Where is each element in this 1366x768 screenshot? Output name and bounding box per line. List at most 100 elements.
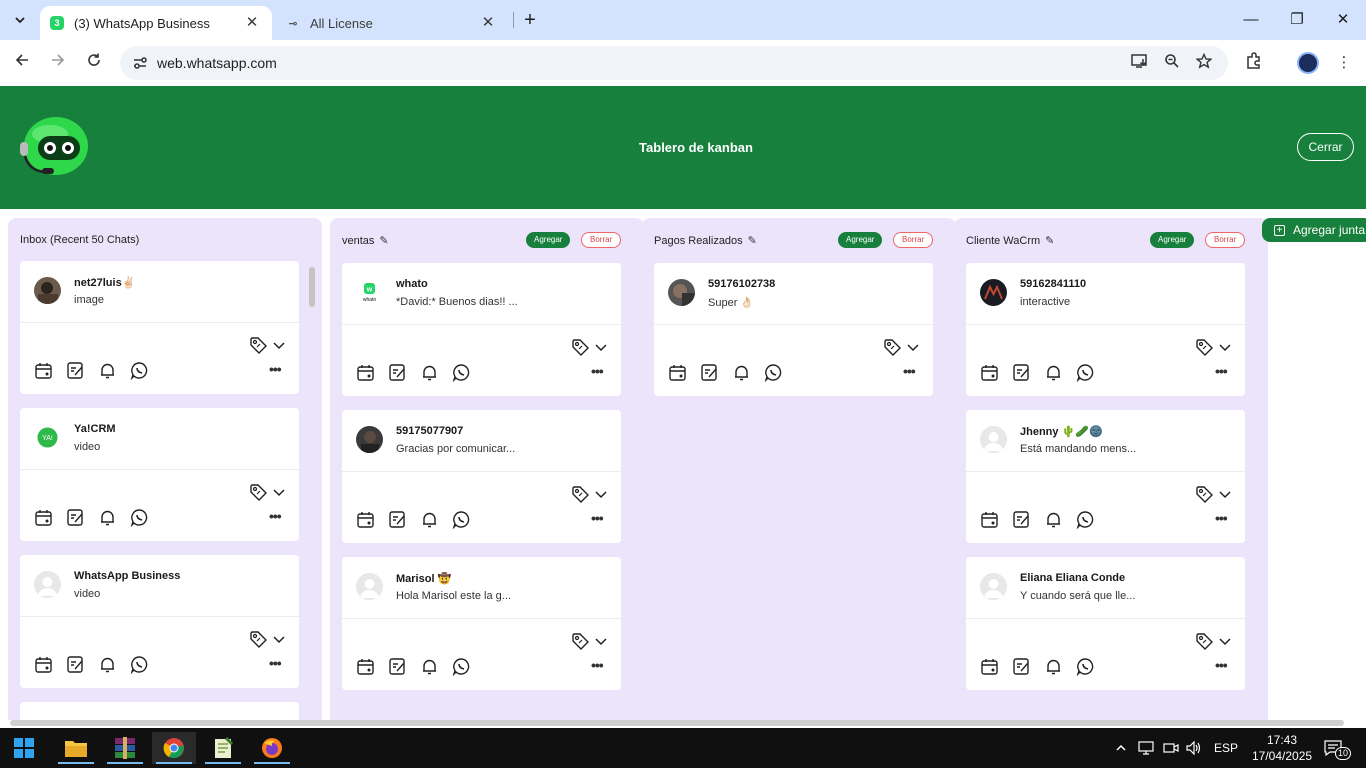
browser-menu-icon[interactable]: ⋮ [1333,52,1355,74]
bell-icon[interactable] [98,361,117,380]
chevron-down-icon[interactable] [1218,634,1232,648]
calendar-icon[interactable] [980,657,999,676]
chrome-icon[interactable] [152,732,196,764]
borrar-button[interactable]: Borrar [893,232,934,248]
calendar-icon[interactable] [356,657,375,676]
chat-card[interactable]: Jhenny 🌵🥒🌚 Está mandando mens... ••• [966,410,1245,543]
chat-card[interactable]: w whato whato *David:* Buenos dias!! ... … [342,263,621,396]
zoom-icon[interactable] [1161,53,1183,75]
borrar-button[interactable]: Borrar [1205,232,1246,248]
tag-icon[interactable] [249,336,267,354]
reload-button[interactable] [81,50,107,76]
bell-icon[interactable] [420,510,439,529]
edit-pencil-icon[interactable]: ✎ [1045,234,1054,247]
bell-icon[interactable] [1044,510,1063,529]
chevron-down-icon[interactable] [594,487,608,501]
agregar-button[interactable]: Agregar [1150,232,1195,248]
note-edit-icon[interactable] [66,361,85,380]
edit-pencil-icon[interactable]: ✎ [379,234,388,247]
notepad-plus-icon[interactable] [201,732,245,764]
tag-icon[interactable] [1195,338,1213,356]
bell-icon[interactable] [98,508,117,527]
windows-start-icon[interactable] [2,732,46,764]
calendar-icon[interactable] [668,363,687,382]
bell-icon[interactable] [732,363,751,382]
close-tab-icon[interactable]: ✕ [478,13,498,33]
whatsapp-icon[interactable] [130,508,149,528]
restore-button[interactable]: ❐ [1274,6,1320,34]
chat-card[interactable] [20,702,299,720]
more-options-icon[interactable]: ••• [591,510,604,526]
chevron-down-icon[interactable] [272,632,286,646]
more-options-icon[interactable]: ••• [1215,657,1228,673]
volume-icon[interactable] [1186,728,1202,768]
tag-icon[interactable] [249,483,267,501]
system-clock[interactable]: 17:43 17/04/2025 [1252,732,1312,764]
extensions-puzzle-icon[interactable] [1243,52,1265,74]
tag-icon[interactable] [883,338,901,356]
chevron-down-icon[interactable] [272,485,286,499]
close-tab-icon[interactable]: ✕ [242,13,262,33]
note-edit-icon[interactable] [388,363,407,382]
more-options-icon[interactable]: ••• [1215,510,1228,526]
chat-card[interactable]: Eliana Eliana Conde Y cuando será que ll… [966,557,1245,690]
whatsapp-icon[interactable] [130,361,149,381]
profile-avatar[interactable] [1297,52,1319,74]
bell-icon[interactable] [420,657,439,676]
note-edit-icon[interactable] [1012,510,1031,529]
chat-card[interactable]: WhatsApp Business video ••• [20,555,299,688]
calendar-icon[interactable] [34,361,53,380]
chat-card[interactable]: 59162841110 interactive ••• [966,263,1245,396]
calendar-icon[interactable] [34,508,53,527]
network-icon[interactable] [1138,728,1154,768]
tag-icon[interactable] [249,630,267,648]
whatsapp-icon[interactable] [1076,510,1095,530]
note-edit-icon[interactable] [66,508,85,527]
file-explorer-icon[interactable] [54,732,98,764]
whatsapp-icon[interactable] [1076,363,1095,383]
whatsapp-icon[interactable] [452,657,471,677]
input-language-indicator[interactable]: ESP [1214,728,1238,768]
board-horizontal-scrollbar[interactable] [10,720,1344,726]
bell-icon[interactable] [98,655,117,674]
tab-all-license[interactable]: ⊸ All License ✕ [276,6,508,40]
note-edit-icon[interactable] [388,657,407,676]
bookmark-star-icon[interactable] [1193,52,1215,75]
tag-icon[interactable] [571,485,589,503]
whatsapp-icon[interactable] [130,655,149,675]
calendar-icon[interactable] [356,363,375,382]
winrar-icon[interactable] [103,732,147,764]
borrar-button[interactable]: Borrar [581,232,622,248]
whatsapp-icon[interactable] [1076,657,1095,677]
calendar-icon[interactable] [980,510,999,529]
more-options-icon[interactable]: ••• [1215,363,1228,379]
note-edit-icon[interactable] [700,363,719,382]
column-scrollbar[interactable] [309,267,315,307]
bell-icon[interactable] [420,363,439,382]
site-settings-icon[interactable] [132,55,148,71]
chat-card[interactable]: Marisol 🤠 Hola Marisol este la g... ••• [342,557,621,690]
chat-card[interactable]: 59175077907 Gracias por comunicar... ••• [342,410,621,543]
forward-button[interactable] [45,50,71,76]
note-edit-icon[interactable] [66,655,85,674]
tag-icon[interactable] [571,632,589,650]
agregar-button[interactable]: Agregar [838,232,883,248]
install-app-icon[interactable] [1129,53,1151,75]
bell-icon[interactable] [1044,363,1063,382]
chat-card[interactable]: net27luis✌🏻 image ••• [20,261,299,394]
note-edit-icon[interactable] [1012,657,1031,676]
agregar-junta-button[interactable]: + Agregar junta [1262,218,1366,242]
more-options-icon[interactable]: ••• [903,363,916,379]
address-bar[interactable]: web.whatsapp.com [120,46,1228,80]
edit-pencil-icon[interactable]: ✎ [748,234,757,247]
back-button[interactable] [9,50,35,76]
bell-icon[interactable] [1044,657,1063,676]
notification-center-icon[interactable]: 10 [1324,728,1352,768]
whatsapp-icon[interactable] [452,510,471,530]
tag-icon[interactable] [571,338,589,356]
whatsapp-icon[interactable] [764,363,783,383]
new-tab-button[interactable]: + [518,8,542,32]
chevron-down-icon[interactable] [1218,487,1232,501]
chevron-down-icon[interactable] [594,340,608,354]
more-options-icon[interactable]: ••• [269,508,282,524]
